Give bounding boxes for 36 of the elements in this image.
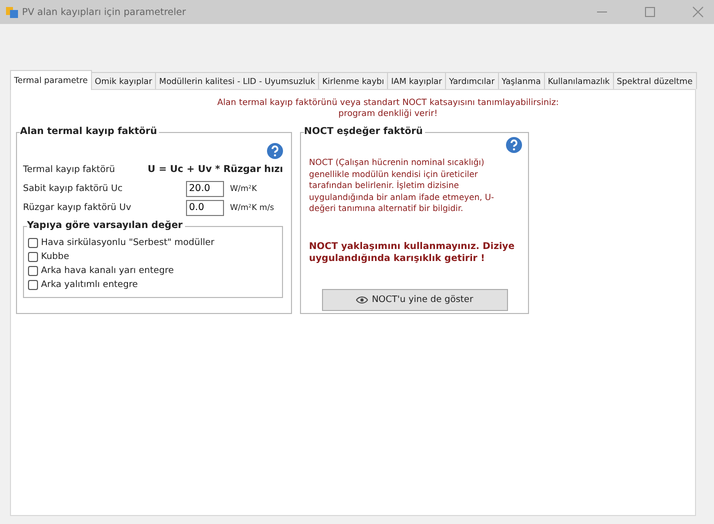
checkbox[interactable] xyxy=(28,266,38,276)
input-field[interactable]: 0.0 xyxy=(186,200,224,216)
help-icon[interactable] xyxy=(506,137,522,153)
intro-text: Alan termal kayıp faktörünü veya standart NOCT katsayısını tanımlayabilirsiniz: xyxy=(217,98,559,109)
tab[interactable]: Modüllerin kalitesi - LID - Uyumsuzluk xyxy=(155,72,320,89)
checkbox-label: Kubbe xyxy=(41,252,70,262)
tab[interactable]: Kirlenme kaybı xyxy=(318,72,388,89)
unit-label: W/m²K xyxy=(230,184,257,193)
field-label: Termal kayıp faktörü xyxy=(23,164,116,174)
tab[interactable]: Spektral düzeltme xyxy=(612,72,697,89)
formula-text: U = Uc + Uv * Rüzgar hızı xyxy=(148,164,283,175)
intro-text: program denkliği verir! xyxy=(338,109,438,120)
group-title: Alan termal kayıp faktörü xyxy=(20,126,160,137)
tab[interactable]: Yaşlanma xyxy=(498,72,545,89)
group-title: Yapıya göre varsayılan değer xyxy=(27,220,185,231)
window-title: PV alan kayıpları için parametreler xyxy=(22,6,186,18)
group-title: NOCT eşdeğer faktörü xyxy=(304,126,425,137)
checkbox-label: Arka hava kanalı yarı entegre xyxy=(41,266,174,276)
description-text: NOCT (Çalışan hücrenin nominal sıcaklığı) genellikle modülün kendisi için üreticiler tarafından belirlenir. İşletim dizisine uygulandığında bir anlam ifade etmeyen, U-değeri tanımına alternatif bir bilgidir. xyxy=(309,157,496,214)
show-noct-button[interactable]: NOCT'u yine de göster xyxy=(322,288,508,310)
checkbox[interactable] xyxy=(28,252,38,262)
checkbox[interactable] xyxy=(28,280,38,290)
tab[interactable]: Termal parametre xyxy=(10,70,92,90)
help-icon[interactable] xyxy=(267,143,283,159)
field-label: Rüzgar kayıp faktörü Uv xyxy=(23,202,132,212)
field-label: Sabit kayıp faktörü Uc xyxy=(23,184,124,194)
app-icon xyxy=(6,6,18,18)
checkbox[interactable] xyxy=(28,238,38,248)
input-field[interactable]: 20.0 xyxy=(186,180,224,196)
unit-label: W/m²K m/s xyxy=(230,203,274,212)
tab[interactable]: Omik kayıplar xyxy=(90,72,156,89)
tab[interactable]: IAM kayıplar xyxy=(387,72,446,89)
checkbox-label: Hava sirkülasyonlu "Serbest" modüller xyxy=(41,238,214,248)
eye-icon xyxy=(356,296,368,304)
checkbox-label: Arka yalıtımlı entegre xyxy=(41,280,138,290)
warning-text: NOCT yaklaşımını kullanmayınız. Diziye uygulandığında karışıklık getirir ! xyxy=(309,240,516,264)
